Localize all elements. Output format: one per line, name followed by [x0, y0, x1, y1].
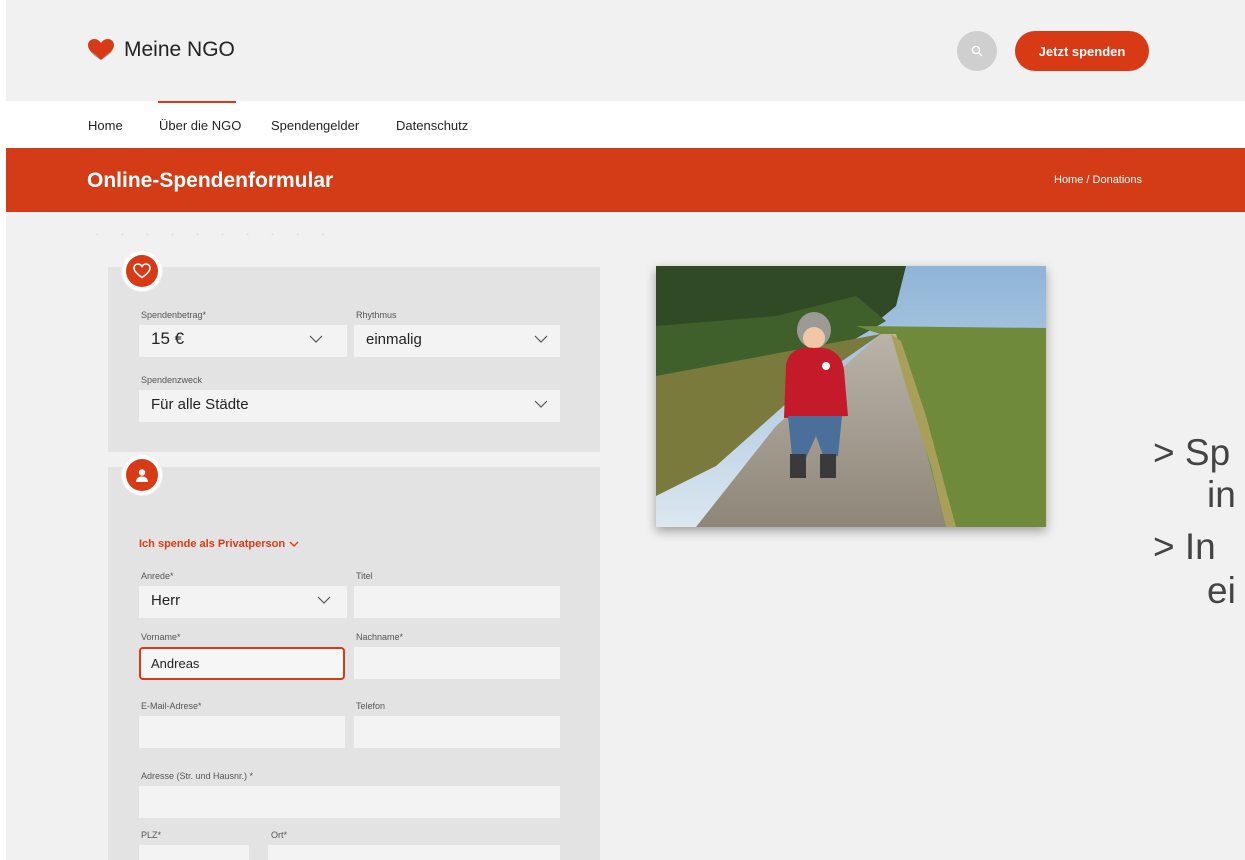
nav-active-indicator [158, 101, 236, 103]
rhythm-value: einmalig [366, 331, 422, 348]
person-badge [122, 455, 162, 495]
firstname-value: Andreas [151, 656, 200, 671]
purpose-value: Für alle Städte [151, 396, 249, 413]
heart-outline-icon [133, 263, 151, 279]
lastname-label: Nachname* [356, 632, 404, 642]
amount-value: 15 € [151, 329, 185, 348]
donation-card [108, 267, 600, 452]
side-text-line-4: ei [1207, 570, 1236, 611]
rhythm-label: Rhythmus [356, 310, 397, 320]
zip-input[interactable] [139, 845, 249, 860]
main-nav: Home Über die NGO Spendengelder Datensch… [6, 101, 1245, 148]
chevron-down-icon [534, 400, 548, 408]
phone-label: Telefon [356, 701, 386, 711]
child-on-path-image [656, 266, 1046, 527]
chevron-down-icon [317, 596, 331, 604]
firstname-input[interactable]: Andreas [139, 647, 345, 680]
chevron-down-icon [289, 541, 299, 547]
firstname-label: Vorname* [141, 632, 181, 642]
donate-now-button[interactable]: Jetzt spenden [1015, 31, 1149, 71]
zip-label: PLZ* [141, 830, 162, 840]
amount-select[interactable]: 15 € [139, 325, 347, 357]
chevron-down-icon [309, 335, 323, 343]
address-label: Adresse (Str. und Hausnr.) * [141, 771, 254, 781]
purpose-select[interactable]: Für alle Städte [139, 390, 560, 422]
private-person-label: Ich spende als Privatperson [139, 538, 286, 550]
nav-item-home[interactable]: Home [88, 118, 123, 133]
search-button[interactable] [957, 31, 997, 71]
phone-input[interactable] [354, 716, 560, 748]
donation-badge [122, 251, 162, 291]
page-title: Online-Spendenformular [87, 169, 334, 192]
city-input[interactable] [268, 845, 560, 860]
user-icon [136, 469, 148, 482]
salutation-value: Herr [151, 592, 181, 609]
nav-item-about[interactable]: Über die NGO [159, 118, 241, 133]
amount-label: Spendenbetrag* [141, 310, 207, 320]
rhythm-select[interactable]: einmalig [354, 325, 560, 357]
hero-photo [656, 266, 1046, 527]
lastname-input[interactable] [354, 647, 560, 679]
top-header: Meine NGO Jetzt spenden [6, 0, 1245, 101]
side-text-line-3: > In [1153, 526, 1216, 567]
private-person-toggle[interactable]: Ich spende als Privatperson [139, 538, 299, 550]
salutation-label: Anrede* [141, 571, 174, 581]
nav-item-donations[interactable]: Spendengelder [271, 118, 359, 133]
city-label: Ort* [271, 830, 288, 840]
logo-text: Meine NGO [124, 38, 235, 61]
logo[interactable]: Meine NGO [88, 38, 235, 62]
breadcrumb[interactable]: Home / Donations [1054, 174, 1142, 186]
decorative-dots: • • • • • • • • • • [96, 230, 335, 239]
salutation-select[interactable]: Herr [139, 586, 347, 618]
heart-logo-icon [88, 39, 114, 60]
nav-item-privacy[interactable]: Datenschutz [396, 118, 468, 133]
title-label: Titel [356, 571, 373, 581]
page: Meine NGO Jetzt spenden Home Über die NG… [6, 0, 1245, 860]
purpose-label: Spendenzweck [141, 375, 203, 385]
address-input[interactable] [139, 786, 560, 818]
chevron-down-icon [534, 335, 548, 343]
page-hero: Online-Spendenformular Home / Donations [6, 148, 1245, 212]
email-label: E-Mail-Adrese* [141, 701, 202, 711]
search-icon [971, 45, 983, 57]
side-text-line-1: > Sp [1153, 432, 1231, 473]
side-text-line-2: in [1207, 474, 1236, 515]
email-input[interactable] [139, 716, 345, 748]
title-input[interactable] [354, 586, 560, 618]
